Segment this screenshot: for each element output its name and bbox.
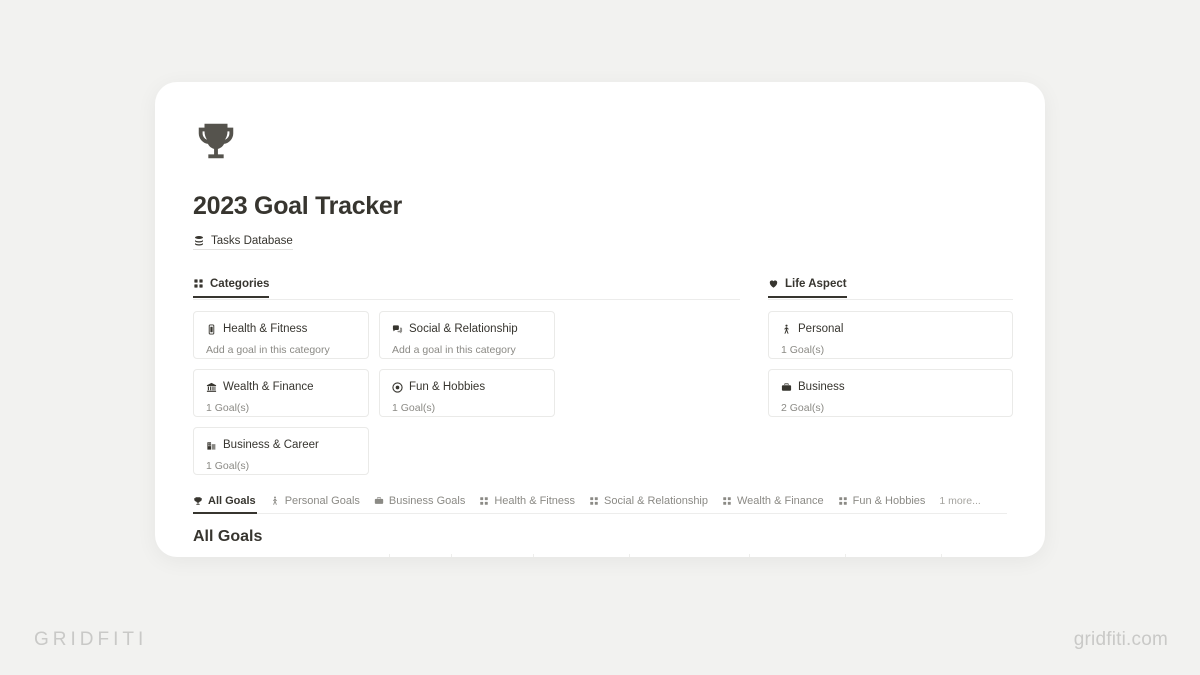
life-aspect-card-sub: 1 Goal(s) [781, 344, 825, 356]
database-link-label: Tasks Database [211, 235, 293, 247]
category-card-title: Business & Career [223, 439, 319, 451]
category-card-business-career[interactable]: Business & Career 1 Goal(s) [193, 427, 369, 475]
column-header-progress[interactable]: Progress [389, 554, 451, 557]
database-icon [195, 236, 203, 246]
person-icon [784, 324, 789, 334]
page-icon [193, 118, 1007, 164]
view-tab-fun-hobbies[interactable]: Fun & Hobbies [838, 495, 926, 507]
view-tab-label: Wealth & Finance [737, 495, 824, 507]
grid-icon [194, 279, 203, 288]
view-tab-business-goals[interactable]: Business Goals [374, 495, 465, 507]
category-card-sub: 1 Goal(s) [206, 460, 250, 472]
column-header-status[interactable]: Status [451, 554, 533, 557]
notion-page-card: 2023 Goal Tracker Tasks Database Categor… [155, 82, 1045, 557]
view-tab-social-relationship[interactable]: Social & Relationship [589, 495, 708, 507]
column-header-category[interactable]: Category [629, 554, 749, 557]
grid-icon [590, 497, 598, 505]
category-card-social-relationship[interactable]: Social & Relationship Add a goal in this… [379, 311, 555, 359]
view-tabs-more[interactable]: 1 more... [939, 495, 980, 507]
life-aspect-card-sub: 2 Goal(s) [781, 402, 825, 414]
view-tab-all-goals[interactable]: All Goals [193, 495, 256, 507]
battery-icon [208, 323, 215, 335]
category-card-title: Wealth & Finance [223, 381, 314, 393]
grid-icon [480, 497, 489, 505]
column-header-life-aspect[interactable]: Life Aspect [533, 554, 629, 557]
category-card-sub: 1 Goal(s) [206, 402, 250, 414]
view-tab-label: Fun & Hobbies [852, 495, 926, 507]
life-aspect-section: Life Aspect Personal 1 Goal(s) Business … [768, 276, 1013, 475]
category-card-title: Health & Fitness [223, 323, 308, 335]
column-header-target-quarter[interactable]: Target Quarter [749, 554, 845, 557]
category-card-title: Social & Relationship [409, 323, 518, 335]
sections-row: Categories Health & Fitness Add a goal i… [193, 276, 1013, 475]
watermark-url: gridfiti.com [1073, 629, 1168, 650]
database-link[interactable]: Tasks Database [193, 235, 293, 250]
speech-icon [392, 324, 403, 334]
compass-icon [392, 381, 403, 393]
category-card-sub: Add a goal in this category [392, 344, 516, 356]
category-card-wealth-finance[interactable]: Wealth & Finance 1 Goal(s) [193, 369, 369, 417]
watermark-brand: GRIDFITI [34, 629, 148, 650]
view-tab-label: Social & Relationship [604, 495, 708, 507]
view-tab-label: Business Goals [388, 495, 466, 507]
grid-icon [838, 497, 847, 505]
table-title: All Goals [193, 528, 263, 545]
tab-categories[interactable]: Categories [193, 277, 270, 298]
heart-icon [769, 280, 778, 288]
column-header-why[interactable]: ? Why? [941, 554, 1045, 557]
page-title: 2023 Goal Tracker [193, 192, 402, 220]
goals-table: Aa Name Progress Status [193, 554, 1007, 557]
life-aspect-card-title: Personal [798, 323, 844, 335]
life-aspect-card-business[interactable]: Business 2 Goal(s) [768, 369, 1013, 417]
column-header-name[interactable]: Aa Name [193, 554, 389, 557]
building-icon [207, 441, 216, 450]
category-card-fun-hobbies[interactable]: Fun & Hobbies 1 Goal(s) [379, 369, 555, 417]
view-tabs: All Goals Personal Goals Business Goals [193, 495, 1007, 514]
briefcase-icon [374, 497, 384, 504]
view-tab-wealth-finance[interactable]: Wealth & Finance [722, 495, 824, 507]
categories-card-grid: Health & Fitness Add a goal in this cate… [193, 311, 740, 475]
life-aspect-tabbar: Life Aspect [768, 276, 1013, 300]
category-card-sub: 1 Goal(s) [392, 402, 436, 414]
tab-life-aspect-label: Life Aspect [785, 277, 847, 290]
category-card-title: Fun & Hobbies [409, 381, 486, 393]
briefcase-icon [781, 382, 792, 391]
trophy-icon [194, 497, 202, 505]
grid-icon [723, 497, 731, 505]
view-tab-personal-goals[interactable]: Personal Goals [270, 495, 360, 507]
life-aspect-card-grid: Personal 1 Goal(s) Business 2 Goal(s) [768, 311, 1013, 417]
view-tab-label: Health & Fitness [494, 495, 576, 507]
tab-life-aspect[interactable]: Life Aspect [768, 278, 847, 298]
life-aspect-card-title: Business [798, 381, 845, 393]
person-icon [272, 496, 277, 505]
view-tab-health-fitness[interactable]: Health & Fitness [479, 495, 575, 507]
tab-categories-label: Categories [210, 277, 270, 290]
view-tab-label: All Goals [208, 495, 256, 507]
column-header-date-achieved[interactable]: Date Achieved [845, 554, 941, 557]
category-card-health-fitness[interactable]: Health & Fitness Add a goal in this cate… [193, 311, 369, 359]
view-tab-label: Personal Goals [284, 495, 360, 507]
table-header-row: Aa Name Progress Status [193, 554, 1007, 557]
life-aspect-card-personal[interactable]: Personal 1 Goal(s) [768, 311, 1013, 359]
categories-tabbar: Categories [193, 276, 740, 300]
categories-section: Categories Health & Fitness Add a goal i… [193, 276, 740, 475]
bank-icon [206, 382, 217, 392]
category-card-sub: Add a goal in this category [206, 344, 330, 356]
